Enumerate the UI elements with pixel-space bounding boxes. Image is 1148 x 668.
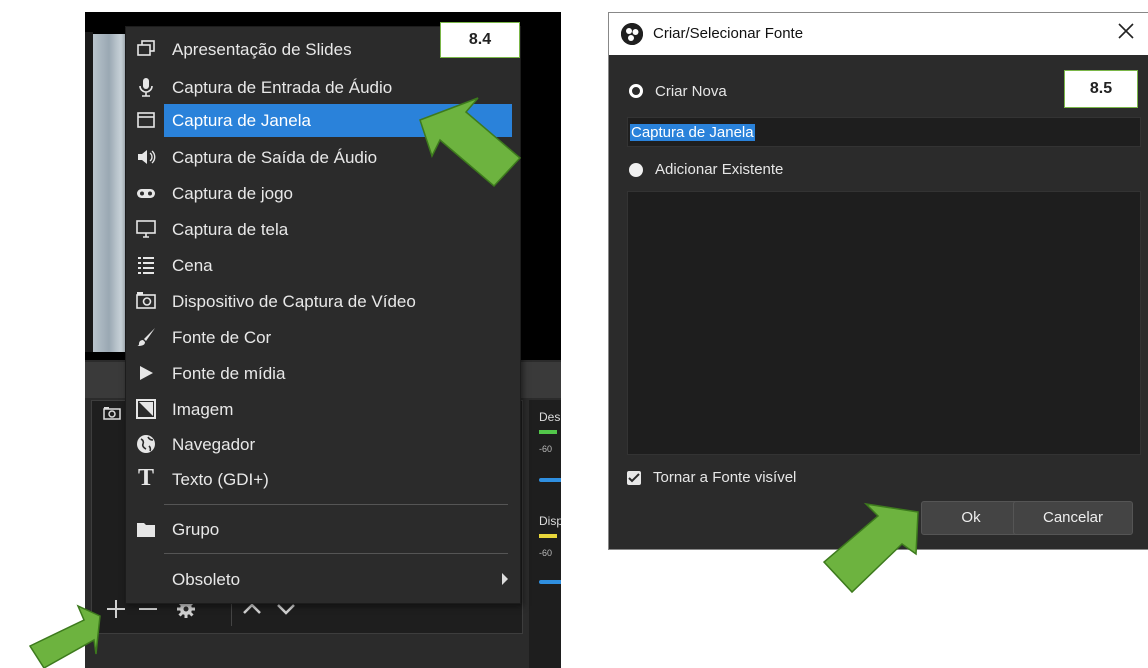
arrow-to-add-button [28, 604, 101, 668]
arrow-to-window-capture [419, 97, 522, 188]
annotation-arrows [28, 97, 919, 668]
arrow-to-ok-button [822, 502, 919, 594]
